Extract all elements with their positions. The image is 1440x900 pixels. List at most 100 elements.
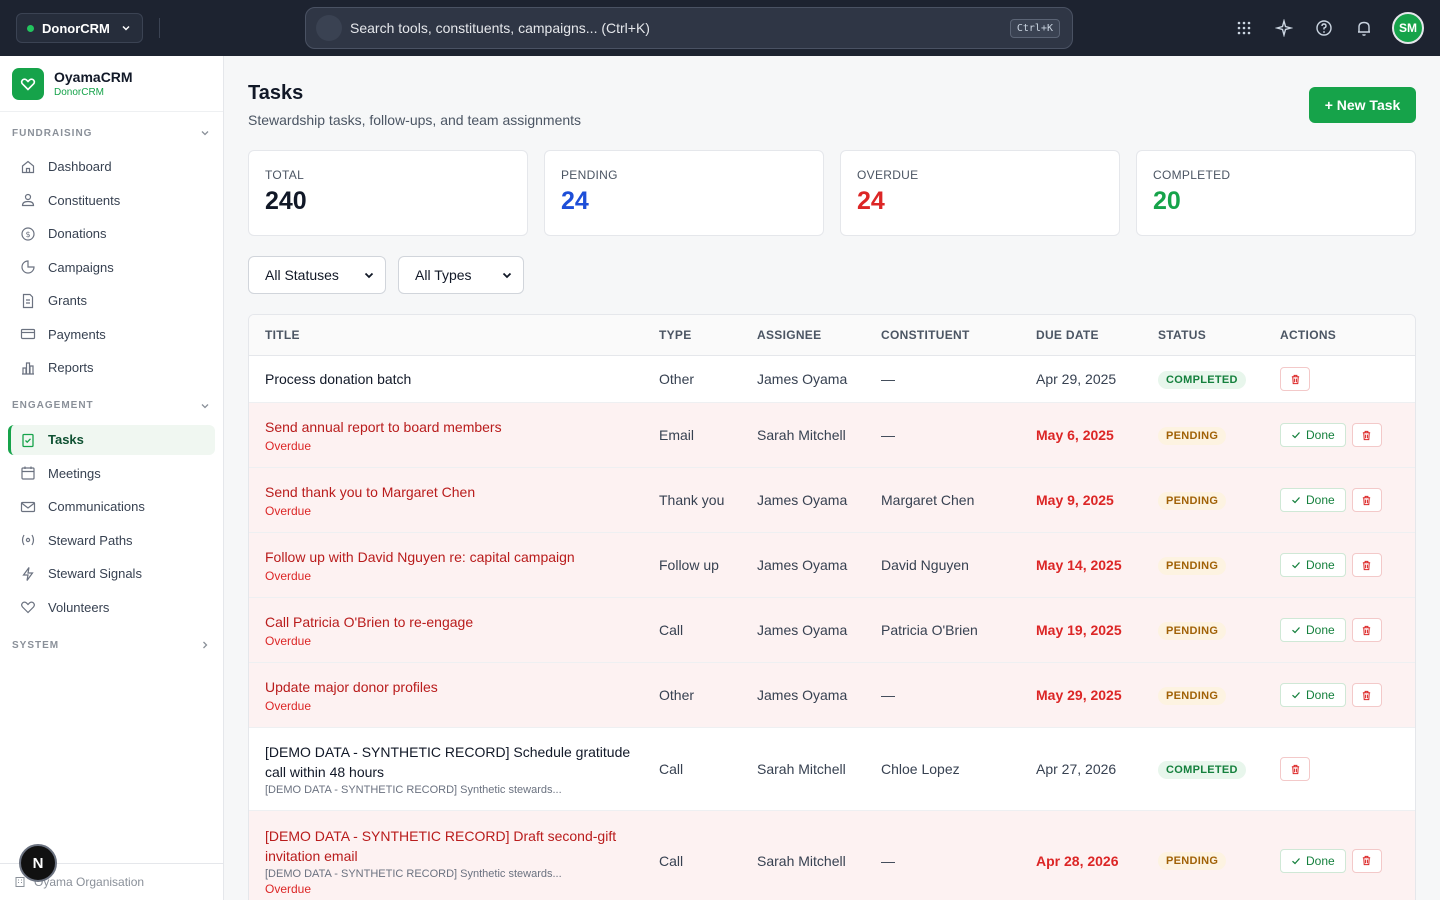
sidebar-item-constituents[interactable]: Constituents [0, 184, 223, 218]
table-row[interactable]: Update major donor profiles Overdue Other J… [249, 663, 1415, 728]
trash-icon [1361, 430, 1372, 441]
mark-done-button[interactable]: Done [1280, 683, 1346, 707]
task-title-cell[interactable]: Update major donor profiles Overdue [249, 677, 659, 713]
task-title[interactable]: [DEMO DATA - SYNTHETIC RECORD] Schedule … [265, 742, 643, 782]
mark-done-button[interactable]: Done [1280, 423, 1346, 447]
task-title-cell[interactable]: [DEMO DATA - SYNTHETIC RECORD] Schedule … [249, 742, 659, 796]
mark-done-button[interactable]: Done [1280, 553, 1346, 577]
mark-done-button[interactable]: Done [1280, 488, 1346, 512]
delete-button[interactable] [1351, 848, 1382, 873]
task-constituent[interactable]: David Nguyen [881, 557, 1036, 573]
col-status[interactable]: STATUS [1158, 328, 1280, 342]
table-row[interactable]: Follow up with David Nguyen re: capital … [249, 533, 1415, 598]
section-fundraising[interactable]: FUNDRAISING [0, 116, 223, 150]
row-actions: Done [1280, 553, 1415, 577]
table-row[interactable]: [DEMO DATA - SYNTHETIC RECORD] Draft sec… [249, 811, 1415, 900]
status-filter-select[interactable]: All Statuses [248, 256, 386, 294]
section-engagement[interactable]: ENGAGEMENT [0, 389, 223, 423]
table-row[interactable]: Send thank you to Margaret Chen Overdue Th… [249, 468, 1415, 533]
app-switcher[interactable]: DonorCRM [16, 13, 143, 43]
task-title[interactable]: Update major donor profiles [265, 677, 643, 697]
delete-button[interactable] [1351, 553, 1382, 577]
mark-done-button[interactable]: Done [1280, 618, 1346, 642]
bell-icon[interactable] [1344, 8, 1384, 48]
overdue-label: Overdue [265, 881, 312, 896]
table-row[interactable]: Process donation batch Other James Oyama — A… [249, 356, 1415, 403]
page-subtitle: Stewardship tasks, follow-ups, and team … [248, 112, 582, 128]
col-due-date[interactable]: DUE DATE [1036, 328, 1158, 342]
delete-button[interactable] [1280, 367, 1310, 391]
sidebar-item-label: Volunteers [48, 599, 110, 615]
delete-button[interactable] [1351, 683, 1382, 707]
sidebar-item-payments[interactable]: Payments [0, 318, 223, 352]
document-icon [22, 293, 34, 308]
task-title-cell[interactable]: Send annual report to board members Overd… [249, 417, 659, 453]
delete-button[interactable] [1351, 618, 1382, 642]
stat-value: 20 [1153, 187, 1181, 215]
new-task-button[interactable]: + New Task [1309, 87, 1416, 123]
task-type: Call [659, 622, 684, 638]
chevron-down-icon [364, 272, 374, 279]
table-row[interactable]: Send annual report to board members Overd… [249, 403, 1415, 468]
table-row[interactable]: [DEMO DATA - SYNTHETIC RECORD] Schedule … [249, 728, 1415, 811]
sidebar-item-campaigns[interactable]: Campaigns [0, 251, 223, 285]
sidebar-item-volunteers[interactable]: Volunteers [0, 591, 223, 625]
row-actions: Done [1280, 848, 1415, 873]
task-title-cell[interactable]: Process donation batch [249, 369, 659, 389]
help-icon[interactable] [1304, 8, 1344, 48]
sidebar-item-meetings[interactable]: Meetings [0, 457, 223, 491]
sidebar-item-donations[interactable]: $ Donations [0, 217, 223, 251]
filters: All Statuses All Types [248, 256, 524, 294]
delete-button[interactable] [1280, 757, 1310, 781]
task-title-cell[interactable]: Follow up with David Nguyen re: capital … [249, 547, 659, 583]
sidebar-item-grants[interactable]: Grants [0, 284, 223, 318]
search-input[interactable]: Search tools, constituents, campaigns...… [305, 7, 1073, 49]
stat-label: COMPLETED [1153, 168, 1231, 182]
section-system[interactable]: SYSTEM [0, 628, 223, 662]
delete-button[interactable] [1351, 423, 1382, 447]
task-title[interactable]: Follow up with David Nguyen re: capital … [265, 547, 643, 567]
type-filter-select[interactable]: All Types [398, 256, 524, 294]
task-title[interactable]: Send annual report to board members [265, 417, 643, 437]
avatar[interactable]: SM [1392, 12, 1424, 44]
sidebar-item-steward-signals[interactable]: Steward Signals [0, 557, 223, 591]
sidebar-item-label: Reports [48, 360, 94, 376]
task-type: Call [659, 852, 684, 869]
sparkle-icon[interactable] [1264, 8, 1304, 48]
done-label: Done [1306, 493, 1335, 507]
col-type[interactable]: TYPE [659, 328, 757, 342]
table-row[interactable]: Call Patricia O'Brien to re-engage Overdu… [249, 598, 1415, 663]
sidebar-item-reports[interactable]: Reports [0, 351, 223, 385]
sidebar-item-steward-paths[interactable]: Steward Paths [0, 524, 223, 558]
sidebar-item-communications[interactable]: Communications [0, 490, 223, 524]
task-title-cell[interactable]: Call Patricia O'Brien to re-engage Overdu… [249, 612, 659, 648]
task-title[interactable]: Process donation batch [265, 369, 643, 389]
status-cell: PENDING [1158, 686, 1280, 705]
sidebar-item-tasks[interactable]: Tasks [8, 424, 215, 455]
apps-grid-icon[interactable] [1224, 8, 1264, 48]
overdue-label: Overdue [265, 569, 312, 583]
col-title[interactable]: TITLE [249, 328, 659, 342]
row-actions: Done [1280, 488, 1415, 512]
sidebar-item-dashboard[interactable]: Dashboard [0, 150, 223, 184]
task-constituent[interactable]: Chloe Lopez [881, 761, 1036, 777]
task-title-cell[interactable]: Send thank you to Margaret Chen Overdue [249, 482, 659, 518]
row-actions: Done [1280, 423, 1415, 447]
task-title[interactable]: [DEMO DATA - SYNTHETIC RECORD] Draft sec… [265, 826, 643, 866]
brand[interactable]: OyamaCRM DonorCRM [0, 56, 223, 112]
task-type: Call [659, 761, 684, 777]
task-title[interactable]: Send thank you to Margaret Chen [265, 482, 643, 502]
n-badge-button[interactable]: N [19, 844, 57, 882]
task-constituent[interactable]: Patricia O'Brien [881, 622, 1036, 638]
brand-name: OyamaCRM [54, 69, 133, 85]
col-constituent[interactable]: CONSTITUENT [881, 328, 1036, 342]
task-constituent[interactable]: Margaret Chen [881, 492, 1036, 508]
task-type: Email [659, 427, 695, 443]
delete-button[interactable] [1351, 488, 1382, 512]
task-title[interactable]: Call Patricia O'Brien to re-engage [265, 612, 643, 632]
task-due-date: Apr 27, 2026 [1036, 761, 1117, 777]
sidebar-item-label: Payments [48, 326, 106, 342]
col-assignee[interactable]: ASSIGNEE [757, 328, 881, 342]
mark-done-button[interactable]: Done [1280, 848, 1346, 873]
task-title-cell[interactable]: [DEMO DATA - SYNTHETIC RECORD] Draft sec… [249, 826, 659, 896]
